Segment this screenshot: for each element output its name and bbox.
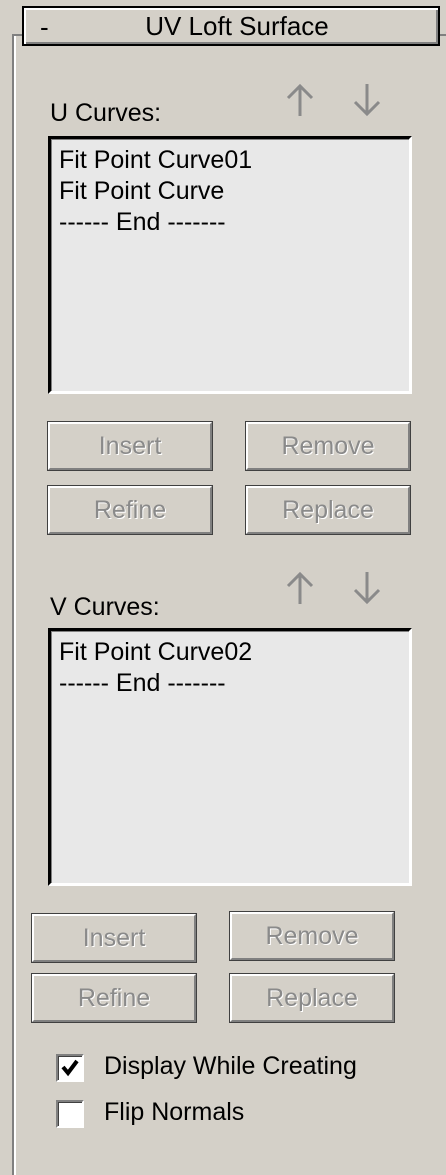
list-item[interactable]: ------ End ------- [59, 668, 401, 699]
v-remove-button[interactable]: Remove [229, 911, 395, 961]
arrow-down-icon[interactable] [350, 568, 384, 608]
u-replace-button[interactable]: Replace [245, 485, 411, 535]
list-item[interactable]: Fit Point Curve01 [59, 145, 401, 176]
display-while-creating-label[interactable]: Display While Creating [104, 1051, 357, 1081]
rollout-title: UV Loft Surface [145, 11, 329, 41]
v-refine-button[interactable]: Refine [31, 973, 197, 1023]
checkmark-icon [61, 1059, 79, 1077]
u-refine-button[interactable]: Refine [47, 485, 213, 535]
u-curves-label: U Curves: [50, 99, 162, 127]
arrow-up-icon[interactable] [283, 568, 317, 608]
u-insert-button[interactable]: Insert [47, 421, 213, 471]
v-replace-button[interactable]: Replace [229, 973, 395, 1023]
rollout-frame-top [12, 34, 22, 36]
rollout-header[interactable]: - UV Loft Surface [22, 6, 440, 46]
display-while-creating-checkbox[interactable] [56, 1054, 84, 1082]
flip-normals-checkbox[interactable] [56, 1100, 84, 1128]
arrow-up-icon[interactable] [283, 80, 317, 120]
arrow-down-icon[interactable] [350, 80, 384, 120]
list-item[interactable]: Fit Point Curve02 [59, 637, 401, 668]
u-curves-list[interactable]: Fit Point Curve01 Fit Point Curve ------… [48, 136, 412, 394]
list-item[interactable]: ------ End ------- [59, 207, 401, 238]
v-insert-button[interactable]: Insert [31, 913, 197, 963]
list-item[interactable]: Fit Point Curve [59, 176, 401, 207]
v-curves-label: V Curves: [50, 593, 160, 621]
u-remove-button[interactable]: Remove [245, 421, 411, 471]
rollout-frame-left [12, 34, 16, 1175]
rollout-frame-top-right [440, 34, 446, 36]
v-curves-list[interactable]: Fit Point Curve02 ------ End ------- [48, 628, 412, 886]
flip-normals-label[interactable]: Flip Normals [104, 1097, 244, 1127]
